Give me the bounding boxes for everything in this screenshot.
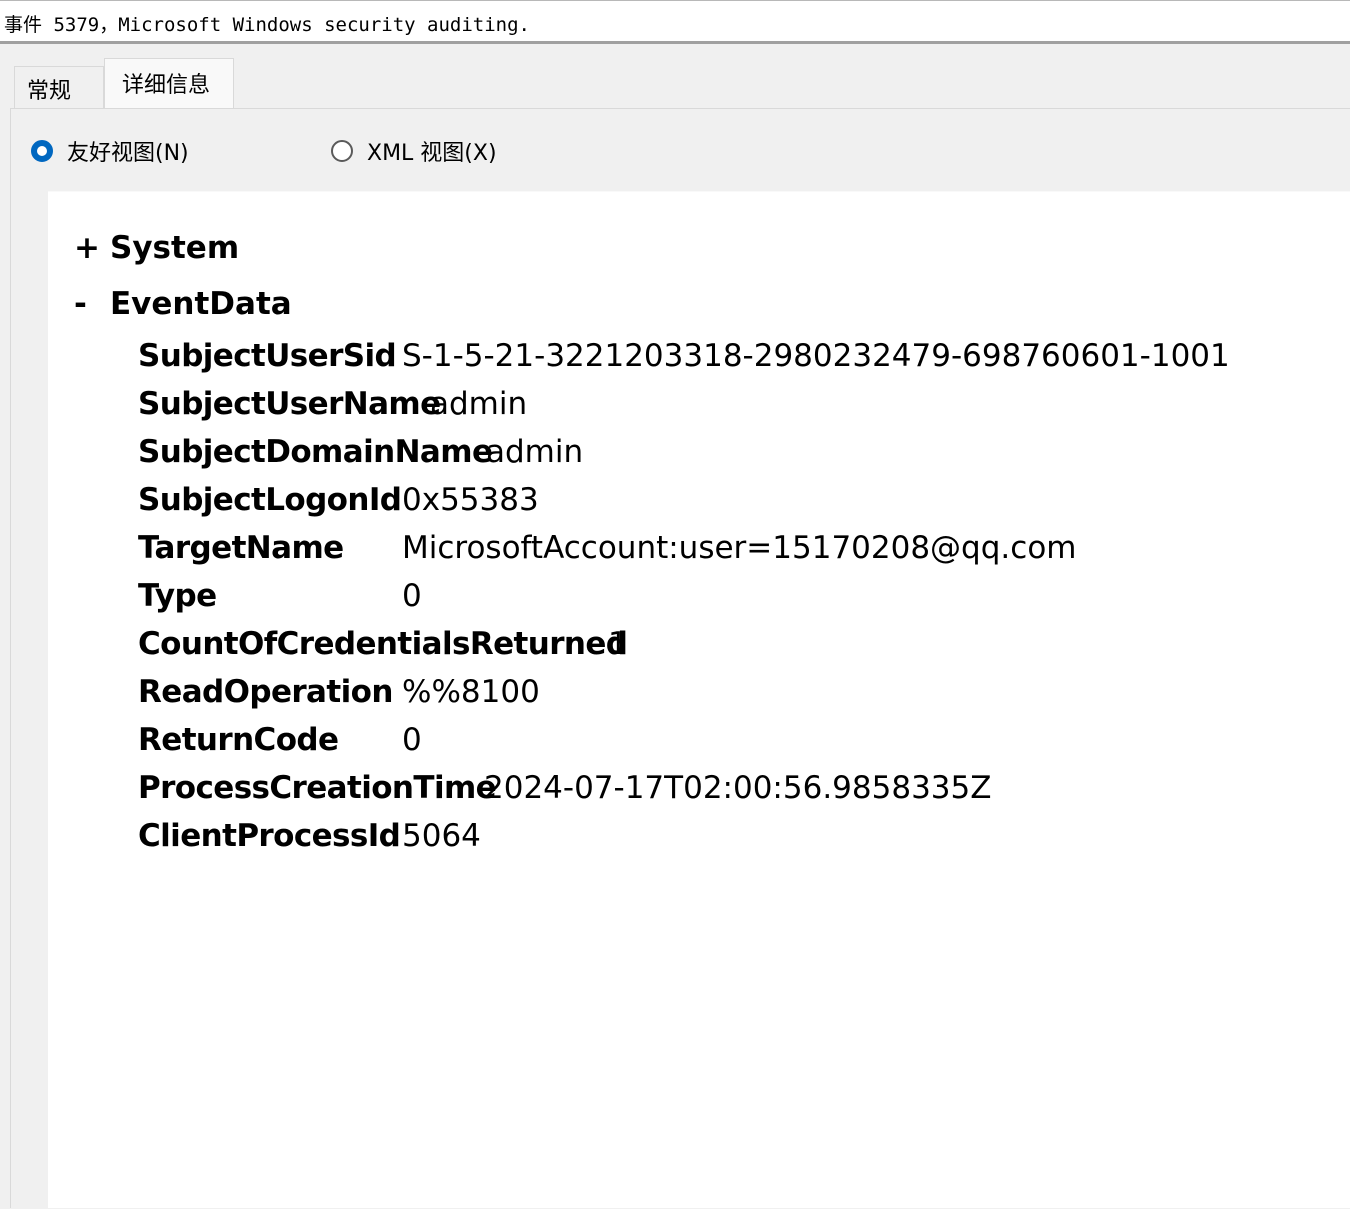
field-key: SubjectUserSid (138, 338, 397, 374)
field-row: SubjectLogonId 0x55383 (138, 482, 539, 530)
field-value: S-1-5-21-3221203318-2980232479-698760601… (402, 338, 1230, 374)
xml-view-radio[interactable]: XML 视图(X) (331, 136, 497, 166)
field-key: SubjectLogonId (138, 482, 402, 518)
field-row: ClientProcessId 5064 (138, 818, 481, 866)
field-key: Type (138, 578, 217, 614)
field-value: 5064 (402, 818, 481, 854)
field-row: SubjectDomainName admin (138, 434, 583, 482)
tree-node-eventdata-label: EventData (110, 286, 292, 322)
field-value: admin (486, 434, 584, 470)
field-value: 0x55383 (402, 482, 539, 518)
field-key: SubjectDomainName (138, 434, 493, 470)
field-key: ReturnCode (138, 722, 339, 758)
view-options: 友好视图(N) XML 视图(X) (11, 109, 1350, 191)
collapse-toggle-icon[interactable]: - (74, 286, 110, 322)
field-key: CountOfCredentialsReturned (138, 626, 628, 662)
field-row: ReadOperation %%8100 (138, 674, 540, 722)
field-key: SubjectUserName (138, 386, 441, 422)
field-row: ProcessCreationTime 2024-07-17T02:00:56.9… (138, 770, 991, 818)
field-row: CountOfCredentialsReturned 1 (138, 626, 628, 674)
tree-node-eventdata[interactable]: - EventData (74, 286, 292, 322)
field-value: 2024-07-17T02:00:56.9858335Z (484, 770, 992, 806)
tab-strip: 常规 详细信息 (0, 44, 1350, 110)
event-detail-view: + System - EventData SubjectUserSid S-1-5-2… (48, 192, 1350, 1208)
field-row: Type 0 (138, 578, 422, 626)
tab-details[interactable]: 详细信息 (104, 58, 234, 110)
field-value: MicrosoftAccount:user=15170208@qq.com (402, 530, 1077, 566)
expand-toggle-icon[interactable]: + (74, 230, 110, 266)
field-key: ClientProcessId (138, 818, 401, 854)
field-value: 1 (608, 626, 628, 662)
field-value: 0 (402, 578, 422, 614)
left-margin-strip (11, 191, 48, 1209)
tree-node-system[interactable]: + System (74, 230, 239, 266)
window-titlebar: 事件 5379，Microsoft Windows security audit… (0, 0, 1350, 44)
field-value: admin (430, 386, 528, 422)
field-key: ProcessCreationTime (138, 770, 497, 806)
friendly-view-radio[interactable]: 友好视图(N) (31, 136, 189, 166)
field-value: %%8100 (402, 674, 540, 710)
field-row: TargetName MicrosoftAccount:user=15170208… (138, 530, 1076, 578)
xml-view-label: XML 视图(X) (367, 141, 497, 166)
field-row: ReturnCode 0 (138, 722, 422, 770)
tree-node-system-label: System (110, 230, 240, 266)
friendly-view-label: 友好视图(N) (67, 141, 189, 166)
field-value: 0 (402, 722, 422, 758)
field-key: TargetName (138, 530, 344, 566)
field-row: SubjectUserName admin (138, 386, 527, 434)
field-row: SubjectUserSid S-1-5-21-3221203318-298023… (138, 338, 1230, 386)
radio-checked-icon (31, 140, 53, 162)
window-title: 事件 5379，Microsoft Windows security audit… (4, 14, 530, 36)
radio-unchecked-icon (331, 140, 353, 162)
tab-general[interactable]: 常规 (14, 66, 104, 110)
field-key: ReadOperation (138, 674, 393, 710)
